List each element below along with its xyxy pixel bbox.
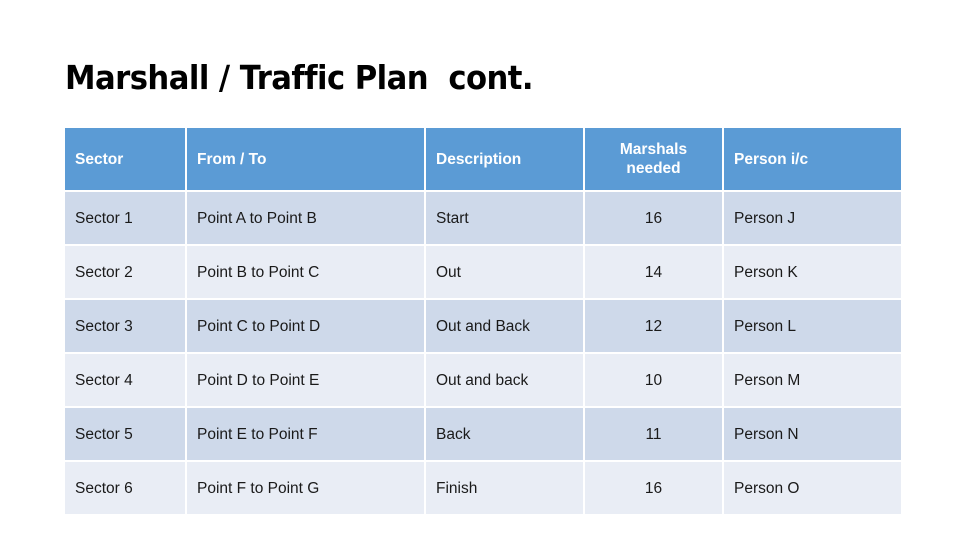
cell-person-ic: Person L xyxy=(724,300,901,352)
table-row: Sector 5 Point E to Point F Back 11 Pers… xyxy=(65,408,901,460)
cell-marshals-needed: 10 xyxy=(585,354,722,406)
table-row: Sector 6 Point F to Point G Finish 16 Pe… xyxy=(65,462,901,514)
cell-description: Finish xyxy=(426,462,583,514)
page-title: Marshall / Traffic Plan cont. xyxy=(65,58,534,97)
cell-person-ic: Person J xyxy=(724,192,901,244)
plan-table-container: Sector From / To Description Marshals ne… xyxy=(65,128,901,514)
cell-person-ic: Person N xyxy=(724,408,901,460)
cell-description: Start xyxy=(426,192,583,244)
cell-sector: Sector 6 xyxy=(65,462,185,514)
column-header-description: Description xyxy=(426,128,583,190)
cell-sector: Sector 2 xyxy=(65,246,185,298)
table-body: Sector 1 Point A to Point B Start 16 Per… xyxy=(65,192,901,514)
cell-from-to: Point A to Point B xyxy=(187,192,424,244)
table-row: Sector 3 Point C to Point D Out and Back… xyxy=(65,300,901,352)
cell-person-ic: Person M xyxy=(724,354,901,406)
table-row: Sector 2 Point B to Point C Out 14 Perso… xyxy=(65,246,901,298)
cell-from-to: Point F to Point G xyxy=(187,462,424,514)
cell-person-ic: Person O xyxy=(724,462,901,514)
cell-sector: Sector 3 xyxy=(65,300,185,352)
cell-marshals-needed: 14 xyxy=(585,246,722,298)
cell-marshals-needed: 11 xyxy=(585,408,722,460)
table-row: Sector 1 Point A to Point B Start 16 Per… xyxy=(65,192,901,244)
cell-person-ic: Person K xyxy=(724,246,901,298)
cell-marshals-needed: 16 xyxy=(585,462,722,514)
cell-marshals-needed: 16 xyxy=(585,192,722,244)
cell-from-to: Point D to Point E xyxy=(187,354,424,406)
cell-description: Out and Back xyxy=(426,300,583,352)
table-header: Sector From / To Description Marshals ne… xyxy=(65,128,901,190)
cell-sector: Sector 4 xyxy=(65,354,185,406)
table-row: Sector 4 Point D to Point E Out and back… xyxy=(65,354,901,406)
cell-from-to: Point B to Point C xyxy=(187,246,424,298)
traffic-plan-table: Sector From / To Description Marshals ne… xyxy=(63,126,903,516)
column-header-marshals-needed: Marshals needed xyxy=(585,128,722,190)
cell-from-to: Point C to Point D xyxy=(187,300,424,352)
cell-sector: Sector 5 xyxy=(65,408,185,460)
cell-description: Back xyxy=(426,408,583,460)
column-header-person-ic: Person i/c xyxy=(724,128,901,190)
cell-description: Out xyxy=(426,246,583,298)
cell-description: Out and back xyxy=(426,354,583,406)
column-header-sector: Sector xyxy=(65,128,185,190)
cell-marshals-needed: 12 xyxy=(585,300,722,352)
slide-canvas: Marshall / Traffic Plan cont. Sector Fro… xyxy=(0,0,960,540)
cell-from-to: Point E to Point F xyxy=(187,408,424,460)
cell-sector: Sector 1 xyxy=(65,192,185,244)
column-header-from-to: From / To xyxy=(187,128,424,190)
table-header-row: Sector From / To Description Marshals ne… xyxy=(65,128,901,190)
